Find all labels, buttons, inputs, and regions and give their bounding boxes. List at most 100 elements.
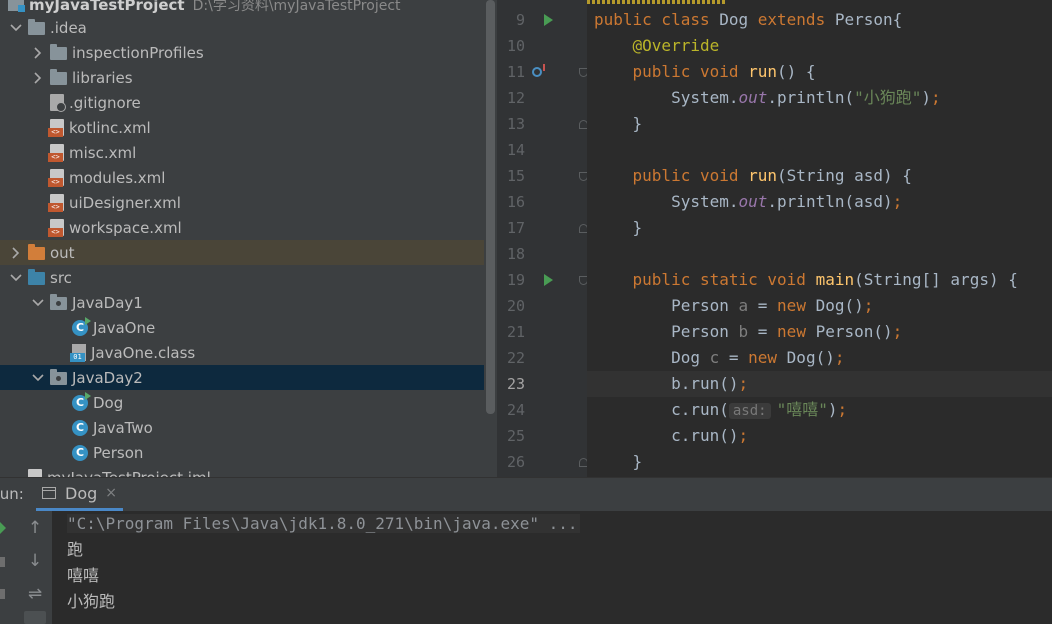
line-number: 12	[506, 89, 525, 107]
line-number: 13	[506, 115, 525, 133]
code-token: run	[748, 166, 778, 185]
tree-item-label: JavaTwo	[93, 418, 153, 437]
code-token: "嘻嘻"	[776, 400, 828, 419]
code-token: Dog	[594, 348, 710, 367]
folder-icon	[28, 19, 45, 35]
tree-item-javaone[interactable]: C JavaOne	[0, 315, 484, 340]
chevron-down-icon[interactable]	[10, 270, 22, 286]
stop-icon[interactable]	[0, 557, 5, 567]
tree-item-myjavatestproject-iml[interactable]: myJavaTestProject.iml	[0, 465, 484, 477]
code-token: .println(	[767, 88, 855, 107]
tree-item-label: inspectionProfiles	[72, 43, 204, 62]
tree-item-javatwo[interactable]: C JavaTwo	[0, 415, 484, 440]
code-token: =	[748, 296, 778, 315]
chevron-down-icon[interactable]	[32, 370, 44, 386]
code-token: () {	[777, 62, 816, 81]
tree-item-javaone-class[interactable]: JavaOne.class	[0, 340, 484, 365]
project-tree: myJavaTestProject D:\学习资料\myJavaTestProj…	[0, 0, 497, 477]
code-editor[interactable]: public class Dog extends Person{ @Overri…	[587, 0, 1052, 477]
rerun-icon[interactable]	[0, 522, 6, 534]
tree-item-inspectionprofiles[interactable]: inspectionProfiles	[0, 40, 484, 65]
restore-layout-icon[interactable]	[0, 589, 5, 599]
tree-scrollbar[interactable]	[486, 0, 495, 414]
class-file-icon	[70, 344, 86, 362]
xml-file-icon	[48, 194, 64, 212]
scroll-to-end-icon[interactable]	[24, 611, 46, 624]
run-tab-dog[interactable]: Dog ×	[36, 478, 123, 511]
soft-wrap-icon[interactable]: ⇌	[24, 583, 46, 605]
run-gutter-icon[interactable]	[544, 274, 553, 286]
tree-item-kotlinc-xml[interactable]: kotlinc.xml	[0, 115, 484, 140]
folder-icon	[50, 69, 67, 85]
line-number: 21	[506, 323, 525, 341]
chevron-right-icon[interactable]	[32, 45, 44, 61]
code-line: public static void main(String[] args) {	[587, 267, 1052, 293]
tree-item-gitignore[interactable]: .gitignore	[0, 90, 484, 115]
code-line: c.run(asd: "嘻嘻");	[587, 397, 1052, 423]
tree-item-libraries[interactable]: libraries	[0, 65, 484, 90]
code-token: Person	[594, 322, 739, 341]
xml-file-icon	[48, 219, 64, 237]
code-line: }	[587, 215, 1052, 241]
module-file-icon	[28, 469, 42, 477]
chevron-right-icon[interactable]	[10, 245, 22, 261]
parameter-hint: asd:	[728, 403, 771, 419]
run-gutter-icon[interactable]	[544, 14, 553, 26]
tree-item-javaday2[interactable]: JavaDay2	[0, 365, 484, 390]
tree-item-misc-xml[interactable]: misc.xml	[0, 140, 484, 165]
java-command: "C:\Program Files\Java\jdk1.8.0_271\bin\…	[67, 514, 580, 533]
tree-item-label: JavaOne	[93, 318, 156, 337]
code-line: public class Dog extends Person{	[587, 7, 1052, 33]
code-token: (String[] args) {	[854, 270, 1018, 289]
tree-item-out[interactable]: out	[0, 240, 484, 265]
code-line: public void run() {	[587, 59, 1052, 85]
runnable-class-icon: C	[72, 391, 91, 411]
line-number: 16	[506, 193, 525, 211]
tree-item-label: workspace.xml	[69, 218, 182, 237]
tree-item-label: libraries	[72, 68, 133, 87]
code-token: }	[594, 452, 643, 471]
code-token: extends	[757, 10, 835, 29]
close-icon[interactable]: ×	[105, 485, 117, 501]
code-token: ;	[892, 192, 903, 211]
chevron-down-icon[interactable]	[32, 295, 44, 311]
code-line: c.run();	[587, 423, 1052, 449]
code-token: b	[738, 322, 749, 341]
tree-item-uidesigner-xml[interactable]: uiDesigner.xml	[0, 190, 484, 215]
code-line: Person a = new Dog();	[587, 293, 1052, 319]
run-side-toolbar	[0, 511, 18, 624]
tree-item-src[interactable]: src	[0, 265, 484, 290]
line-number: 25	[506, 427, 525, 445]
arrow-up-icon[interactable]: ↑	[24, 517, 46, 539]
tree-item-modules-xml[interactable]: modules.xml	[0, 165, 484, 190]
code-token: ;	[837, 400, 848, 419]
overrides-method-icon[interactable]	[532, 64, 545, 77]
code-token: )	[827, 400, 838, 419]
code-token: Person()	[815, 322, 893, 341]
console-line: 跑	[67, 540, 84, 559]
tree-item-dog[interactable]: C Dog	[0, 390, 484, 415]
tree-item-workspace-xml[interactable]: workspace.xml	[0, 215, 484, 240]
code-line: }	[587, 449, 1052, 475]
tree-item-label: Person	[93, 443, 144, 462]
tree-item-idea[interactable]: .idea	[0, 15, 484, 40]
tree-item-label: Dog	[93, 393, 124, 412]
chevron-right-icon[interactable]	[32, 70, 44, 86]
code-token: c	[709, 348, 720, 367]
chevron-down-icon[interactable]	[10, 20, 22, 36]
line-number: 9	[515, 11, 525, 29]
arrow-down-icon[interactable]: ↓	[24, 550, 46, 572]
tree-item-label: .idea	[50, 18, 87, 37]
line-number: 18	[506, 245, 525, 263]
tree-item-javaday1[interactable]: JavaDay1	[0, 290, 484, 315]
console-icon	[42, 487, 56, 499]
console-output[interactable]: "C:\Program Files\Java\jdk1.8.0_271\bin\…	[52, 511, 1052, 624]
tree-item-person[interactable]: C Person	[0, 440, 484, 465]
class-icon: C	[72, 419, 88, 436]
code-token: )	[921, 88, 932, 107]
